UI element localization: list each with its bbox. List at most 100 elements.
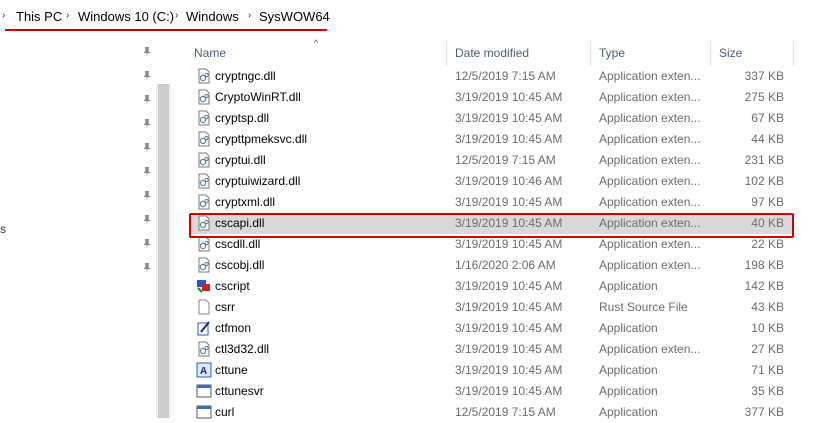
file-size: 377 KB bbox=[744, 405, 784, 419]
chevron-right-icon[interactable]: › bbox=[66, 10, 69, 21]
table-row[interactable]: cscript 3/19/2019 10:45 AM Application 142 … bbox=[189, 276, 794, 297]
blank-file-icon bbox=[196, 299, 212, 315]
selection-highlight-box bbox=[189, 213, 794, 238]
file-name: cscobj.dll bbox=[215, 258, 265, 272]
column-header-type[interactable]: Type bbox=[599, 46, 625, 60]
file-name: cryptui.dll bbox=[215, 153, 266, 167]
file-size: 44 KB bbox=[751, 132, 784, 146]
file-date-modified: 3/19/2019 10:45 AM bbox=[455, 90, 563, 104]
file-date-modified: 3/19/2019 10:45 AM bbox=[455, 237, 563, 251]
column-header-date[interactable]: Date modified bbox=[455, 46, 529, 60]
file-name: CryptoWinRT.dll bbox=[215, 90, 301, 104]
table-row[interactable]: cryptsp.dll 3/19/2019 10:45 AM Application… bbox=[189, 108, 794, 129]
file-type: Rust Source File bbox=[599, 300, 688, 314]
file-date-modified: 1/16/2020 2:06 AM bbox=[455, 258, 556, 272]
nav-scrollbar[interactable] bbox=[156, 84, 171, 418]
breadcrumb-underline bbox=[5, 29, 327, 31]
table-row[interactable]: Acttune 3/19/2019 10:45 AM Application 71 K… bbox=[189, 360, 794, 381]
chevron-right-icon[interactable]: › bbox=[175, 10, 178, 21]
breadcrumb-item-syswow64[interactable]: SysWOW64 bbox=[259, 9, 330, 24]
column-divider[interactable] bbox=[446, 42, 447, 66]
column-header-size[interactable]: Size bbox=[719, 46, 742, 60]
file-size: 142 KB bbox=[744, 279, 784, 293]
table-row[interactable]: cryptuiwizard.dll 3/19/2019 10:46 AM Appli… bbox=[189, 171, 794, 192]
file-date-modified: 3/19/2019 10:45 AM bbox=[455, 279, 563, 293]
table-row[interactable]: cryptxml.dll 3/19/2019 10:45 AM Applicatio… bbox=[189, 192, 794, 213]
table-row[interactable]: crypttpmeksvc.dll 3/19/2019 10:45 AM Appli… bbox=[189, 129, 794, 150]
dll-icon bbox=[196, 257, 212, 273]
table-row[interactable]: csrr 3/19/2019 10:45 AM Rust Source File 43… bbox=[189, 297, 794, 318]
pin-icon[interactable] bbox=[142, 238, 152, 250]
file-type: Application bbox=[599, 321, 658, 335]
table-row[interactable]: cryptngc.dll 12/5/2019 7:15 AM Application… bbox=[189, 66, 794, 87]
column-divider[interactable] bbox=[590, 42, 591, 66]
table-row[interactable]: cttunesvr 3/19/2019 10:45 AM Application 35… bbox=[189, 381, 794, 402]
file-type: Application exten... bbox=[599, 237, 701, 251]
file-type: Application exten... bbox=[599, 174, 701, 188]
table-row[interactable]: ctfmon 3/19/2019 10:45 AM Application 10 KB bbox=[189, 318, 794, 339]
file-date-modified: 3/19/2019 10:45 AM bbox=[455, 111, 563, 125]
file-date-modified: 12/5/2019 7:15 AM bbox=[455, 153, 556, 167]
file-type: Application exten... bbox=[599, 342, 701, 356]
breadcrumb-item-windows[interactable]: Windows bbox=[186, 9, 239, 24]
file-type: Application bbox=[599, 405, 658, 419]
pin-icon[interactable] bbox=[142, 214, 152, 226]
pin-icon[interactable] bbox=[142, 166, 152, 178]
chevron-right-icon[interactable]: › bbox=[2, 10, 5, 21]
file-size: 198 KB bbox=[744, 258, 784, 272]
file-size: 71 KB bbox=[751, 363, 784, 377]
file-size: 22 KB bbox=[751, 237, 784, 251]
file-date-modified: 3/19/2019 10:45 AM bbox=[455, 363, 563, 377]
file-name: cryptxml.dll bbox=[215, 195, 276, 209]
file-date-modified: 3/19/2019 10:45 AM bbox=[455, 195, 563, 209]
pin-icon[interactable] bbox=[142, 142, 152, 154]
file-size: 337 KB bbox=[744, 69, 784, 83]
column-divider[interactable] bbox=[793, 42, 794, 66]
file-size: 10 KB bbox=[751, 321, 784, 335]
table-row[interactable]: cryptui.dll 12/5/2019 7:15 AM Application … bbox=[189, 150, 794, 171]
svg-text:A: A bbox=[200, 366, 207, 377]
pen-app-icon bbox=[196, 320, 212, 336]
table-row[interactable]: CryptoWinRT.dll 3/19/2019 10:45 AM Applica… bbox=[189, 87, 794, 108]
file-type: Application exten... bbox=[599, 195, 701, 209]
file-name: cttune bbox=[215, 363, 248, 377]
pin-icon[interactable] bbox=[142, 46, 152, 58]
pin-icon[interactable] bbox=[142, 94, 152, 106]
nav-item-label[interactable]: s bbox=[0, 222, 6, 236]
file-name: ctfmon bbox=[215, 321, 252, 335]
pin-icon[interactable] bbox=[142, 190, 152, 202]
file-type: Application bbox=[599, 363, 658, 377]
column-divider[interactable] bbox=[710, 42, 711, 66]
dll-icon bbox=[196, 110, 212, 126]
sort-ascending-icon: ^ bbox=[314, 38, 319, 48]
file-size: 231 KB bbox=[744, 153, 784, 167]
table-row[interactable]: ctl3d32.dll 3/19/2019 10:45 AM Application… bbox=[189, 339, 794, 360]
window-app-icon bbox=[196, 383, 212, 399]
file-size: 43 KB bbox=[751, 300, 784, 314]
column-header-name[interactable]: Name bbox=[194, 46, 226, 60]
dll-icon bbox=[196, 152, 212, 168]
file-size: 102 KB bbox=[744, 174, 784, 188]
file-name: cryptsp.dll bbox=[215, 111, 270, 125]
pin-icon[interactable] bbox=[142, 70, 152, 82]
breadcrumb-item-drive[interactable]: Windows 10 (C:) bbox=[78, 9, 174, 24]
dll-icon bbox=[196, 68, 212, 84]
pin-icon[interactable] bbox=[142, 262, 152, 274]
chevron-right-icon[interactable]: › bbox=[248, 10, 251, 21]
file-date-modified: 3/19/2019 10:45 AM bbox=[455, 342, 563, 356]
file-date-modified: 3/19/2019 10:45 AM bbox=[455, 132, 563, 146]
breadcrumb-item-this-pc[interactable]: This PC bbox=[16, 9, 62, 24]
file-date-modified: 3/19/2019 10:45 AM bbox=[455, 300, 563, 314]
file-size: 275 KB bbox=[744, 90, 784, 104]
pin-icon[interactable] bbox=[142, 118, 152, 130]
file-date-modified: 3/19/2019 10:45 AM bbox=[455, 321, 563, 335]
table-row[interactable]: curl 12/5/2019 7:15 AM Application 377 KB bbox=[189, 402, 794, 423]
table-row[interactable]: cscobj.dll 1/16/2020 2:06 AM Application e… bbox=[189, 255, 794, 276]
dll-icon bbox=[196, 173, 212, 189]
navigation-pane: s bbox=[0, 34, 158, 418]
file-type: Application exten... bbox=[599, 258, 701, 272]
file-date-modified: 12/5/2019 7:15 AM bbox=[455, 69, 556, 83]
breadcrumb: › This PC › Windows 10 (C:) › Windows › … bbox=[0, 0, 819, 34]
nav-scrollbar-thumb[interactable] bbox=[158, 84, 169, 418]
file-type: Application bbox=[599, 384, 658, 398]
